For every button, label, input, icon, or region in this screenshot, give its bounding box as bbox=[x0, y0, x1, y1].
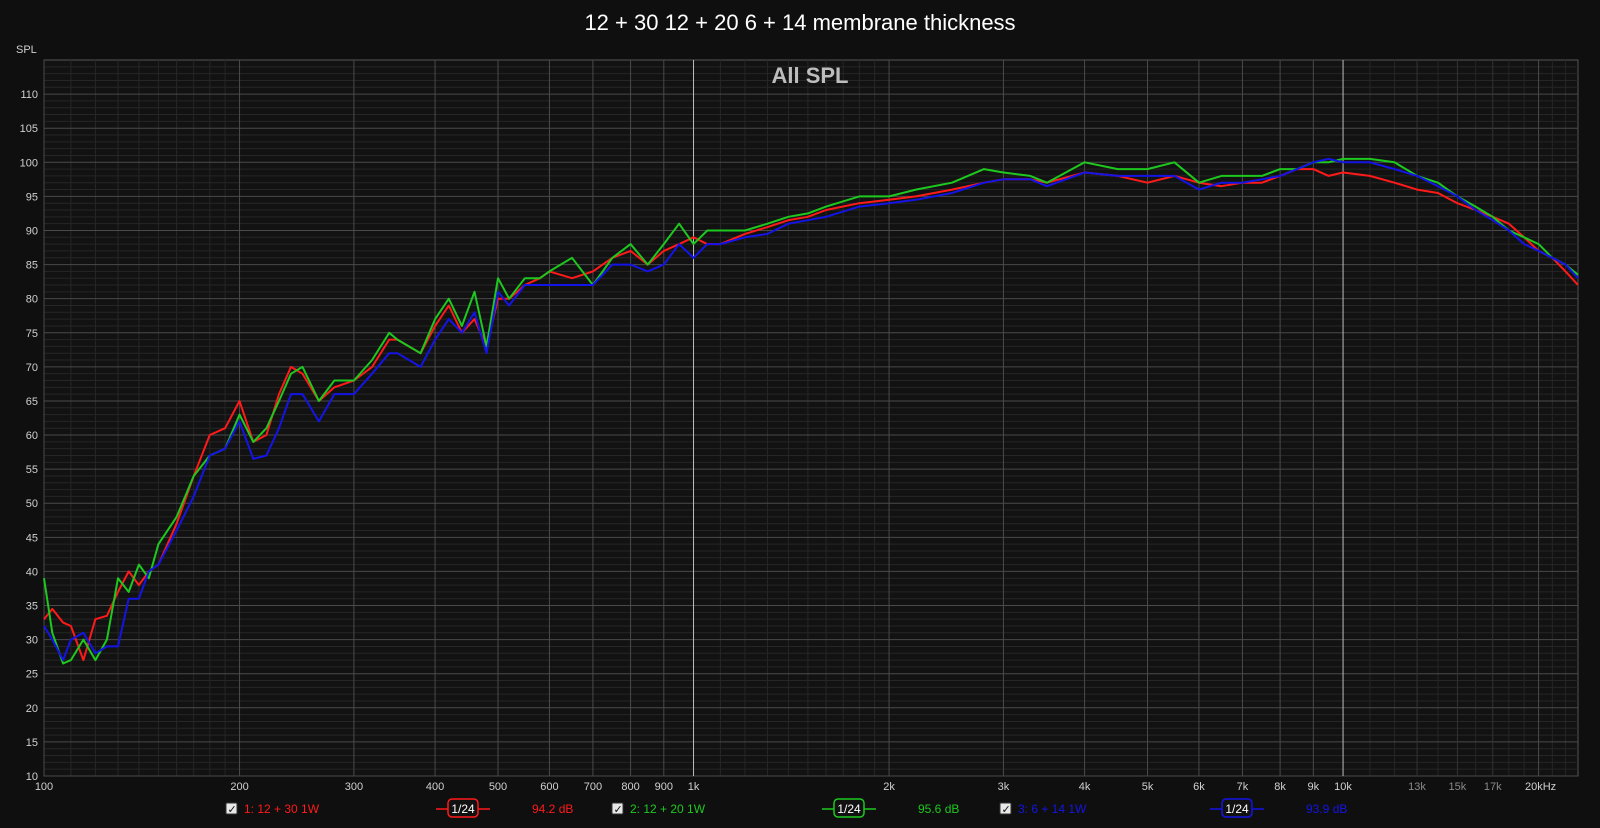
legend-smoothing-label: 1/24 bbox=[451, 802, 475, 816]
x-tick-label: 900 bbox=[655, 781, 673, 793]
x-tick-label: 1k bbox=[688, 781, 700, 793]
y-tick-label: 95 bbox=[26, 191, 38, 203]
legend-level-3: 93.9 dB bbox=[1306, 802, 1347, 816]
y-tick-label: 80 bbox=[26, 294, 38, 306]
frequency-response-chart: 12 + 30 12 + 20 6 + 14 membrane thicknes… bbox=[16, 10, 1579, 818]
legend-series-name-3: 3: 6 + 14 1W bbox=[1018, 802, 1087, 816]
x-tick-label: 500 bbox=[489, 781, 507, 793]
x-tick-labels: 100 200 300 400 500 600 700 800 900 1k 2k 3k 4k 5k 6k 7… bbox=[35, 781, 1556, 793]
legend-series-name-1: 1: 12 + 30 1W bbox=[244, 802, 320, 816]
y-tick-label: 70 bbox=[26, 362, 38, 374]
x-tick-label: 3k bbox=[998, 781, 1010, 793]
x-tick-label: 700 bbox=[584, 781, 602, 793]
x-tick-label: 800 bbox=[621, 781, 639, 793]
y-tick-label: 105 bbox=[20, 123, 38, 135]
y-tick-label: 30 bbox=[26, 635, 38, 647]
y-tick-label: 90 bbox=[26, 225, 38, 237]
y-axis-label: SPL bbox=[16, 44, 37, 56]
x-tick-label: 6k bbox=[1193, 781, 1205, 793]
y-tick-label: 60 bbox=[26, 430, 38, 442]
x-tick-label: 4k bbox=[1079, 781, 1091, 793]
legend-series-name-2: 2: 12 + 20 1W bbox=[630, 802, 706, 816]
x-tick-label: 17k bbox=[1484, 781, 1502, 793]
y-tick-label: 35 bbox=[26, 601, 38, 613]
legend-smoothing-label: 1/24 bbox=[837, 802, 861, 816]
legend-checkmark: ✓ bbox=[614, 804, 623, 816]
x-tick-label: 15k bbox=[1449, 781, 1467, 793]
x-tick-label: 8k bbox=[1274, 781, 1286, 793]
y-tick-label: 55 bbox=[26, 464, 38, 476]
y-tick-labels: 1015202530354045505560657075808590951001… bbox=[20, 89, 38, 783]
chart-title: 12 + 30 12 + 20 6 + 14 membrane thicknes… bbox=[584, 10, 1015, 35]
x-tick-label: 9k bbox=[1308, 781, 1320, 793]
overlay-title: All SPL bbox=[771, 63, 848, 88]
x-tick-label: 300 bbox=[345, 781, 363, 793]
legend-smoothing-label: 1/24 bbox=[1225, 802, 1249, 816]
y-tick-label: 45 bbox=[26, 532, 38, 544]
x-tick-label: 20kHz bbox=[1525, 781, 1556, 793]
x-tick-label: 400 bbox=[426, 781, 444, 793]
legend-checkmark: ✓ bbox=[1002, 804, 1011, 816]
y-tick-label: 100 bbox=[20, 157, 38, 169]
legend: ✓ 1: 12 + 30 1W 1/24 94.2 dB ✓ 2: 12 + 20 1W 1… bbox=[225, 798, 1347, 818]
y-tick-label: 40 bbox=[26, 566, 38, 578]
y-tick-label: 110 bbox=[20, 89, 38, 101]
x-tick-label: 600 bbox=[540, 781, 558, 793]
x-tick-label: 13k bbox=[1408, 781, 1426, 793]
x-tick-label: 5k bbox=[1142, 781, 1154, 793]
y-tick-label: 20 bbox=[26, 703, 38, 715]
x-tick-label: 7k bbox=[1237, 781, 1249, 793]
x-tick-label: 100 bbox=[35, 781, 53, 793]
legend-level-1: 94.2 dB bbox=[532, 802, 573, 816]
y-tick-label: 85 bbox=[26, 260, 38, 272]
y-tick-label: 25 bbox=[26, 669, 38, 681]
x-tick-label: 200 bbox=[230, 781, 248, 793]
legend-level-2: 95.6 dB bbox=[918, 802, 959, 816]
y-tick-label: 50 bbox=[26, 498, 38, 510]
y-tick-label: 15 bbox=[26, 737, 38, 749]
y-tick-label: 75 bbox=[26, 328, 38, 340]
plot-area[interactable] bbox=[43, 59, 1579, 777]
legend-checkmark: ✓ bbox=[228, 804, 237, 816]
x-tick-label: 10k bbox=[1334, 781, 1352, 793]
x-tick-label: 2k bbox=[883, 781, 895, 793]
y-tick-label: 65 bbox=[26, 396, 38, 408]
